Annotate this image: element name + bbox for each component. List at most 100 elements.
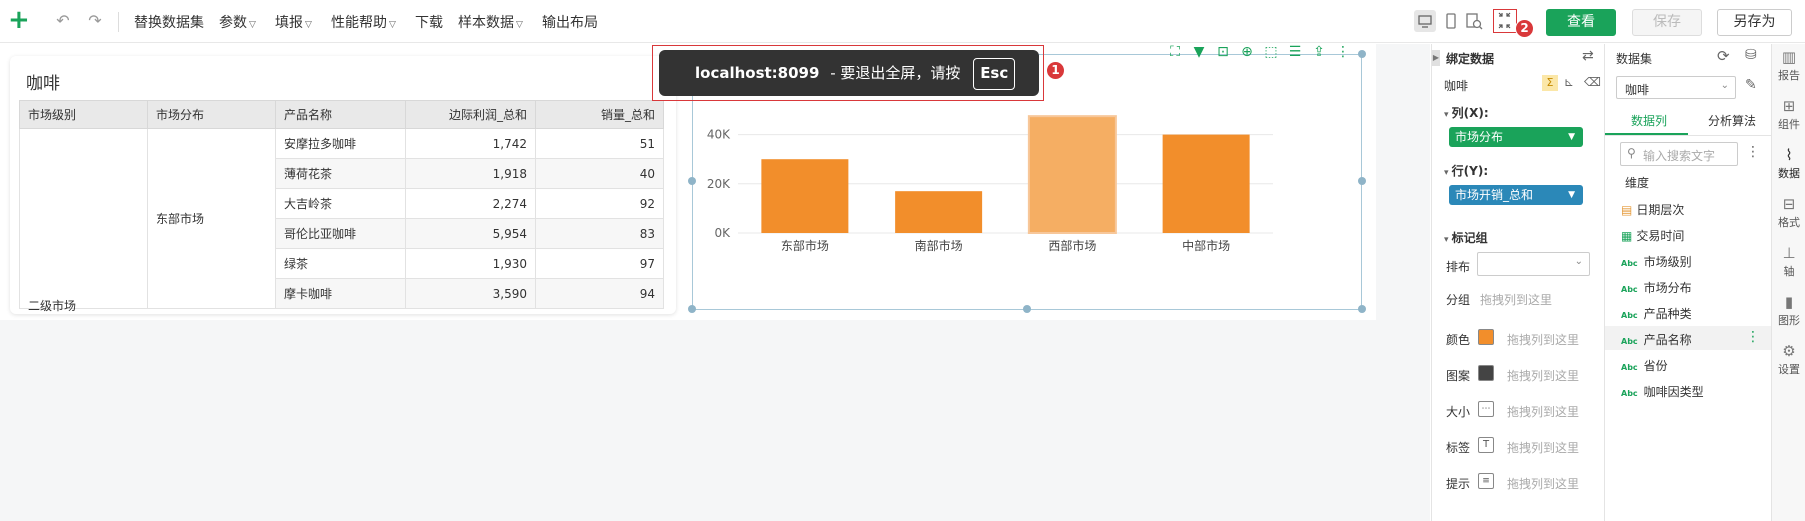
sum-icon[interactable]: Σ xyxy=(1542,75,1558,91)
menu-output-layout[interactable]: 输出布局 xyxy=(542,12,598,32)
field-item[interactable]: Abc 市场级别 xyxy=(1621,253,1692,270)
table-cell: 51 xyxy=(535,128,664,159)
menu-replace-dataset[interactable]: 替换数据集 xyxy=(134,12,204,32)
strip-report[interactable]: ▥ 报告 xyxy=(1772,48,1805,83)
preview-icon[interactable] xyxy=(1463,10,1485,32)
crop-icon[interactable]: ⊡ xyxy=(1213,44,1233,60)
resize-handle[interactable] xyxy=(1023,305,1031,313)
field-item[interactable]: ▦ 交易时间 xyxy=(1621,227,1684,244)
field-item[interactable]: Abc 咖啡因类型 xyxy=(1621,383,1704,400)
group-dropzone[interactable]: 拖拽列到这里 xyxy=(1480,291,1552,308)
menu-parameters[interactable]: 参数 ▽ xyxy=(219,12,256,32)
bar[interactable] xyxy=(1027,115,1117,234)
resize-handle[interactable] xyxy=(1358,50,1366,58)
menu-performance-help[interactable]: 性能帮助 ▽ xyxy=(331,12,396,32)
table-header[interactable]: 产品名称 xyxy=(275,100,406,129)
redo-icon[interactable]: ↷ xyxy=(84,10,106,32)
table-header[interactable]: 边际利润_总和 xyxy=(405,100,536,129)
row-field-pill[interactable]: 市场开销_总和 ▼ xyxy=(1449,185,1583,205)
strip-component[interactable]: ⊞ 组件 xyxy=(1772,97,1805,132)
table-cell: 绿茶 xyxy=(275,248,406,279)
strip-format[interactable]: ⊟ 格式 xyxy=(1772,195,1805,230)
dataset-select[interactable]: 咖啡 ⌄ xyxy=(1616,76,1736,99)
sort-select[interactable]: ⌄ xyxy=(1477,252,1590,276)
resize-handle[interactable] xyxy=(1358,305,1366,313)
calendar-icon: ▦ xyxy=(1621,229,1633,243)
strip-settings[interactable]: ⚙ 设置 xyxy=(1772,342,1805,377)
select-icon[interactable]: ⬚ xyxy=(1261,44,1281,60)
swap-icon[interactable]: ⇄ xyxy=(1582,48,1594,64)
menu-fill[interactable]: 填报 ▽ xyxy=(275,12,312,32)
prop-label: 标签 xyxy=(1446,441,1471,455)
bar[interactable] xyxy=(895,191,983,233)
menu-sample-data[interactable]: 样本数据 ▽ xyxy=(458,12,523,32)
prop-dropzone[interactable]: 拖拽列到这里 xyxy=(1507,367,1579,384)
exit-fullscreen-icon[interactable] xyxy=(1493,9,1517,33)
save-button[interactable]: 保存 xyxy=(1632,9,1702,36)
table-cell: 92 xyxy=(535,188,664,219)
menu-download[interactable]: 下载 xyxy=(415,12,443,32)
refresh-icon[interactable]: ⟳ xyxy=(1717,47,1730,65)
more-options-icon[interactable]: ⋮ xyxy=(1746,144,1760,160)
table-cell: 3,590 xyxy=(405,278,536,309)
settings-icon: ⚙ xyxy=(1782,342,1796,360)
search-input[interactable]: ⚲ 输入搜索文字 xyxy=(1620,142,1738,166)
col-label: ▾ 列(X): xyxy=(1444,106,1489,120)
tooltip-icon[interactable]: ≡ xyxy=(1478,473,1494,489)
row-label: ▾ 行(Y): xyxy=(1444,164,1489,178)
save-as-button[interactable]: 另存为 xyxy=(1717,9,1792,36)
mobile-view-icon[interactable] xyxy=(1440,10,1462,32)
prop-label: 颜色 xyxy=(1446,333,1471,347)
size-icon[interactable]: ⋯ xyxy=(1478,401,1494,417)
edit-icon[interactable]: ✎ xyxy=(1745,77,1757,93)
strip-graph[interactable]: ▮ 图形 xyxy=(1772,293,1805,328)
data-table: 市场级别 市场分布 产品名称 边际利润_总和 销量_总和 二级市场 东部市场 安… xyxy=(19,100,664,313)
desktop-view-icon[interactable] xyxy=(1414,10,1436,32)
tab-algorithms[interactable]: 分析算法 xyxy=(1708,112,1756,129)
prop-dropzone[interactable]: 拖拽列到这里 xyxy=(1507,439,1579,456)
x-tick-label: 中部市场 xyxy=(1182,238,1230,253)
table-header[interactable]: 市场分布 xyxy=(147,100,276,129)
field-item[interactable]: ▤ 日期层次 xyxy=(1621,201,1684,218)
resize-handle[interactable] xyxy=(1358,177,1366,185)
prop-dropzone[interactable]: 拖拽列到这里 xyxy=(1507,331,1579,348)
filter-icon[interactable]: ▼ xyxy=(1189,44,1209,60)
table-card[interactable]: 咖啡 市场级别 市场分布 产品名称 边际利润_总和 销量_总和 二级市场 东部市… xyxy=(10,56,676,314)
dimension-label: 维度 xyxy=(1625,176,1650,190)
field-item[interactable]: Abc 产品名称 xyxy=(1621,331,1692,348)
strip-data[interactable]: ⌇ 数据 xyxy=(1772,146,1805,181)
dataset-add-icon[interactable]: ⛁ xyxy=(1745,47,1757,63)
color-swatch[interactable] xyxy=(1478,329,1494,345)
axis-setting-icon[interactable]: ⊾ xyxy=(1564,75,1574,89)
add-icon[interactable]: + xyxy=(8,6,30,34)
bar[interactable] xyxy=(761,159,849,233)
more-icon[interactable]: ⋮ xyxy=(1333,44,1353,60)
field-item[interactable]: Abc 省份 xyxy=(1621,357,1668,374)
bind-data-panel: ▶ 绑定数据 ⇄ 咖啡 Σ ⊾ ⌫ ▾ 列(X): 市场分布 ▼ ▾ 行(Y): … xyxy=(1431,44,1604,521)
collapse-arrow-icon[interactable]: ▶ xyxy=(1432,50,1440,66)
group-label: 分组 xyxy=(1446,293,1471,307)
bar[interactable] xyxy=(1162,134,1250,233)
table-header[interactable]: 销量_总和 xyxy=(535,100,664,129)
field-more-icon[interactable]: ⋮ xyxy=(1746,329,1760,345)
resize-handle[interactable] xyxy=(688,177,696,185)
export-icon[interactable]: ⇪ xyxy=(1309,44,1329,60)
tab-columns[interactable]: 数据列 xyxy=(1631,112,1667,129)
strip-axis[interactable]: ⊥ 轴 xyxy=(1772,244,1805,279)
fullscreen-icon[interactable]: ⛶ xyxy=(1165,44,1185,60)
zoom-icon[interactable]: ⊕ xyxy=(1237,44,1257,60)
list-icon[interactable]: ☰ xyxy=(1285,44,1305,60)
view-button[interactable]: 查看 xyxy=(1546,9,1616,36)
eraser-icon[interactable]: ⌫ xyxy=(1584,75,1601,89)
col-field-pill[interactable]: 市场分布 ▼ xyxy=(1449,127,1583,147)
dataset-panel: 数据集 ⟳ ⛁ 咖啡 ⌄ ✎ 数据列 分析算法 ⚲ 输入搜索文字 ⋮ 维度 ▤ 日… xyxy=(1604,44,1772,521)
prop-dropzone[interactable]: 拖拽列到这里 xyxy=(1507,475,1579,492)
resize-handle[interactable] xyxy=(688,305,696,313)
field-item[interactable]: Abc 市场分布 xyxy=(1621,279,1692,296)
table-header[interactable]: 市场级别 xyxy=(19,100,148,129)
label-icon[interactable]: T xyxy=(1478,437,1494,453)
pattern-swatch[interactable] xyxy=(1478,365,1494,381)
undo-icon[interactable]: ↶ xyxy=(52,10,74,32)
field-item[interactable]: Abc 产品种类 xyxy=(1621,305,1692,322)
prop-dropzone[interactable]: 拖拽列到这里 xyxy=(1507,403,1579,420)
